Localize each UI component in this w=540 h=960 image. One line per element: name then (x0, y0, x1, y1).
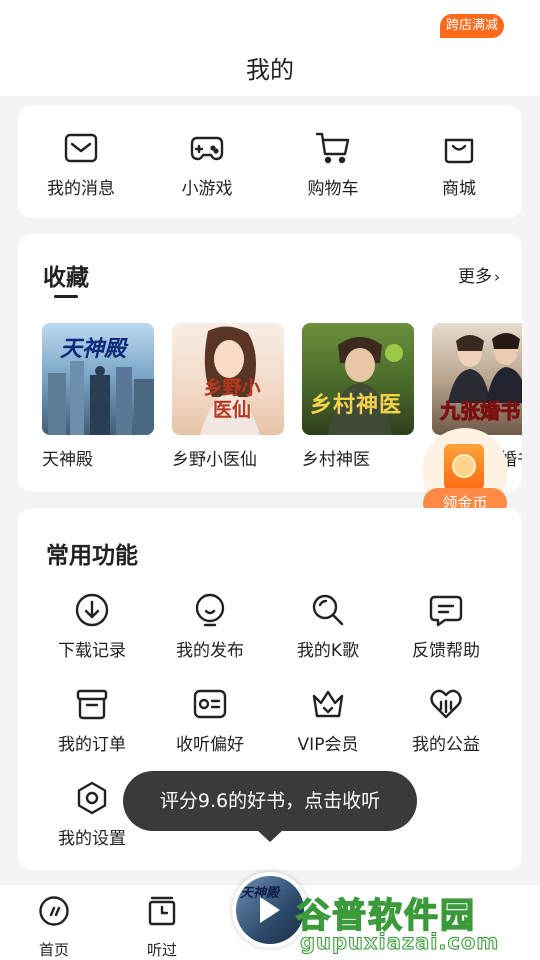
shortcut-label: 商城 (442, 179, 476, 199)
function-orders[interactable]: 我的订单 (32, 686, 152, 766)
cart-icon (315, 132, 350, 164)
order-box-icon (76, 689, 108, 720)
settings-hexagon-icon (77, 781, 107, 815)
history-clock-icon (148, 896, 176, 926)
shortcut-cart[interactable]: 购物车 (270, 105, 396, 218)
book-title: 乡村神医 (302, 450, 370, 470)
coin-wallet-icon (444, 444, 484, 490)
nav-label: 首页 (38, 941, 69, 959)
more-link[interactable]: 更多 › (458, 262, 500, 287)
home-dial-icon (39, 896, 69, 926)
watermark: 谷普软件园 gupuxiazai.com (295, 888, 540, 956)
book-cover-title: 九张婚书 (440, 399, 521, 424)
shortcut-messages[interactable]: 我的消息 (18, 105, 144, 218)
book-item[interactable]: 乡野小医仙 乡野小医仙 (172, 323, 284, 470)
book-cover-title: 乡野小医仙 (203, 377, 261, 421)
collection-title: 收藏 (43, 265, 89, 291)
shortcut-minigames[interactable]: 小游戏 (144, 105, 270, 218)
shopping-bag-icon (444, 138, 474, 164)
book-cover: 乡野小医仙 (172, 323, 284, 435)
book-cover-title: 乡村神医 (310, 392, 403, 418)
function-label: VIP会员 (297, 735, 359, 755)
message-icon (64, 133, 98, 163)
gold-coin-widget[interactable]: 领金币 (420, 428, 510, 520)
coin-icon (452, 454, 476, 478)
chevron-right-icon: › (494, 268, 500, 286)
function-label: 反馈帮助 (412, 641, 480, 661)
page-title: 我的 (246, 56, 294, 84)
function-label: 下载记录 (58, 641, 126, 661)
heart-icon (430, 689, 462, 719)
watermark-url: gupuxiazai.com (299, 930, 500, 955)
shortcut-label: 小游戏 (181, 179, 233, 199)
play-icon[interactable] (260, 897, 280, 923)
book-title: 天神殿 (42, 450, 93, 470)
function-charity[interactable]: 我的公益 (386, 686, 506, 766)
promo-badge: 跨店满减 (440, 14, 505, 38)
function-label: 我的发布 (176, 641, 244, 661)
shortcut-label: 购物车 (307, 179, 359, 199)
book-cover: 天神殿 (42, 323, 154, 435)
function-vip[interactable]: VIP会员 (268, 686, 388, 766)
nav-history[interactable]: 听过 (122, 893, 202, 959)
book-cover: 九张婚书 (432, 323, 522, 435)
nav-home[interactable]: 首页 (14, 893, 94, 959)
preference-card-icon (193, 689, 227, 719)
download-icon (75, 593, 109, 627)
function-label: 我的K歌 (296, 641, 360, 661)
title-underline (54, 295, 78, 298)
function-karaoke[interactable]: 我的K歌 (268, 592, 388, 672)
feedback-icon (429, 595, 463, 627)
function-my-posts[interactable]: 我的发布 (150, 592, 270, 672)
function-listening-preference[interactable]: 收听偏好 (150, 686, 270, 766)
book-item[interactable]: 乡村神医 乡村神医 (302, 323, 414, 470)
functions-title: 常用功能 (46, 543, 138, 569)
book-cover-title: 天神殿 (60, 336, 127, 362)
function-feedback[interactable]: 反馈帮助 (386, 592, 506, 672)
nav-label: 听过 (146, 941, 177, 959)
more-label: 更多 (458, 267, 492, 287)
gamepad-icon (190, 136, 224, 161)
shortcut-label: 我的消息 (47, 179, 115, 199)
function-label: 我的订单 (58, 735, 126, 755)
crown-icon (312, 690, 344, 718)
book-cover: 乡村神医 (302, 323, 414, 435)
shortcuts-card: 我的消息 小游戏 购物车 商城 (18, 105, 522, 218)
bulb-icon (195, 593, 225, 627)
function-label: 收听偏好 (176, 735, 244, 755)
recommendation-tooltip[interactable]: 评分9.6的好书，点击收听 (123, 771, 417, 842)
book-item[interactable]: 天神殿 天神殿 (42, 323, 154, 470)
function-label: 我的设置 (58, 829, 126, 849)
function-label: 我的公益 (412, 735, 480, 755)
shortcut-mall[interactable]: 商城 (396, 105, 522, 218)
book-title: 乡野小医仙 (172, 450, 257, 470)
microphone-icon (312, 594, 344, 626)
function-download-history[interactable]: 下载记录 (32, 592, 152, 672)
